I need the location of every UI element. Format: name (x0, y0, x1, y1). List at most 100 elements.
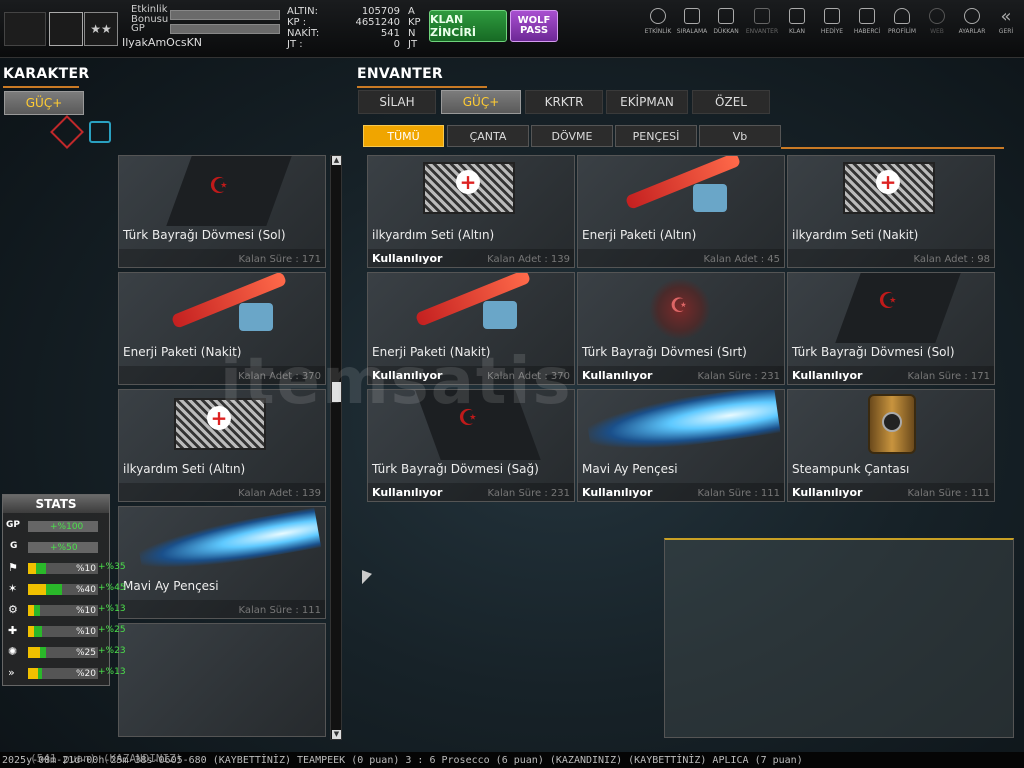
wolf-pass-button[interactable]: WOLF PASS (510, 10, 558, 42)
crescent-star-icon: ☪ (878, 289, 898, 314)
scroll-down-icon[interactable]: ▼ (332, 730, 341, 739)
currency-panel: ALTIN: 105709 A KP : 4651240 KP NAKİT: 541 N J… (287, 6, 422, 50)
item-name: Türk Bayrağı Dövmesi (Sağ) (372, 462, 539, 476)
stat-row-gp: GP +%100 (6, 519, 126, 533)
subtab-canta[interactable]: ÇANTA (447, 125, 529, 147)
tattoo-silhouette (835, 273, 961, 343)
red-cross-icon: + (456, 170, 480, 194)
blue-claw-icon (585, 390, 781, 459)
item-detail-panel (664, 538, 1014, 738)
inventory-item-card[interactable]: + ilkyardım Seti (Nakit) Kalan Adet : 98 (787, 155, 995, 268)
stat-row-g: G +%50 (6, 540, 126, 554)
left-item-card[interactable]: Mavi Ay Pençesi Kalan Süre : 111 (118, 506, 326, 619)
stat-icon: ✶ (8, 582, 18, 595)
jt-unit: JT (408, 39, 418, 50)
top-bar: ★★ Etkinlik Bonusu GP IlyakAmOcsKN ALTIN… (0, 0, 1024, 58)
injector-grip-icon (693, 184, 727, 212)
item-name: Türk Bayrağı Dövmesi (Sol) (792, 345, 955, 359)
scroll-up-icon[interactable]: ▲ (332, 156, 341, 165)
item-status: Kullanılıyor (792, 369, 863, 382)
item-meta: Kalan Adet : 45 (703, 254, 780, 265)
item-status: Kullanılıyor (792, 486, 863, 499)
item-status: Kullanılıyor (582, 486, 653, 499)
nav-klan[interactable]: KLAN (779, 8, 815, 44)
item-meta: Kalan Süre : 111 (238, 605, 321, 616)
nav-profilim[interactable]: PROFİLİM (884, 8, 920, 44)
nav-etkinlik[interactable]: ETKİNLİK (640, 8, 676, 44)
item-meta: Kalan Süre : 171 (907, 371, 990, 382)
tab-ozel[interactable]: ÖZEL (692, 90, 770, 114)
nav-label: HEDİYE (820, 28, 844, 35)
stat-row: ⚑ %10 +%35 (6, 561, 126, 575)
injector-grip-icon (239, 303, 273, 331)
subtab-vb[interactable]: Vb (699, 125, 781, 147)
nav-geri[interactable]: «GERİ (988, 8, 1024, 44)
klan-zinciri-button[interactable]: KLAN ZİNCİRİ (429, 10, 507, 42)
wolf-pass-label: WOLF PASS (517, 15, 551, 36)
inventory-item-card[interactable]: ☪ Türk Bayrağı Dövmesi (Sol) Kullanılıyo… (787, 272, 995, 385)
item-meta: Kalan Adet : 139 (238, 488, 321, 499)
kp-unit: KP (408, 17, 421, 28)
nakit-label: NAKİT: (287, 28, 320, 39)
jt-label: JT : (287, 39, 303, 50)
karakter-tab-guc[interactable]: GÜÇ+ (4, 91, 84, 115)
stat-row: » %20 +%13 (6, 666, 126, 680)
stat-bonus: +%13 (98, 667, 126, 677)
tab-krktr[interactable]: KRKTR (525, 90, 603, 114)
etkinlik-bonus-bar (170, 10, 280, 20)
stat-icon: ✚ (8, 624, 18, 637)
jt-value: 0 (393, 39, 400, 50)
stat-value: %25 (76, 648, 97, 658)
shield-icon (789, 8, 805, 24)
subtab-tumu[interactable]: TÜMÜ (363, 125, 444, 147)
rank-logo (4, 12, 46, 46)
stat-bonus: +%35 (98, 562, 126, 572)
tab-silah[interactable]: SİLAH (358, 90, 436, 114)
inventory-item-card[interactable]: Enerji Paketi (Altın) Kalan Adet : 45 (577, 155, 785, 268)
nav-web[interactable]: WEB (919, 8, 955, 44)
subtab-pencesi[interactable]: PENÇESİ (615, 125, 697, 147)
left-scrollbar[interactable]: ▲ ▼ (330, 155, 342, 740)
nav-envanter[interactable]: ENVANTER (744, 8, 780, 44)
subtab-dovme[interactable]: DÖVME (531, 125, 613, 147)
nav-siralama[interactable]: SIRALAMA (674, 8, 710, 44)
nav-label: KLAN (788, 28, 805, 35)
nav-label: ETKİNLİK (644, 28, 672, 35)
left-item-card-empty[interactable] (118, 623, 326, 737)
item-status: Kullanılıyor (372, 486, 443, 499)
tab-guc[interactable]: GÜÇ+ (441, 90, 521, 114)
inventory-icon (754, 8, 770, 24)
item-meta: Kalan Süre : 111 (907, 488, 990, 499)
stat-row: ✚ %10 +%25 (6, 624, 126, 638)
kp-value: 4651240 (355, 17, 400, 28)
left-item-card[interactable]: ☪ Türk Bayrağı Dövmesi (Sol) Kalan Süre … (118, 155, 326, 268)
stat-row: ⚙ %10 +%13 (6, 603, 126, 617)
nav-ayarlar[interactable]: AYARLAR (954, 8, 990, 44)
stat-row: ✶ %40 +%45 (6, 582, 126, 596)
nav-label: ENVANTER (745, 28, 779, 35)
tab-ekipman[interactable]: EKİPMAN (606, 90, 688, 114)
nav-haberci[interactable]: HABERCİ (849, 8, 885, 44)
inventory-item-card[interactable]: ☪ Türk Bayrağı Dövmesi (Sırt) Kullanılıy… (577, 272, 785, 385)
inventory-item-card[interactable]: + ilkyardım Seti (Altın) Kullanılıyor Ka… (367, 155, 575, 268)
clan-emblem[interactable] (49, 12, 83, 46)
nav-label: DÜKKAN (713, 28, 739, 35)
stat-label: GP (6, 520, 20, 530)
item-meta: Kalan Süre : 231 (697, 371, 780, 382)
nakit-unit: N (408, 28, 416, 39)
item-name: Türk Bayrağı Dövmesi (Sol) (123, 228, 286, 242)
stat-value: %20 (76, 669, 97, 679)
altin-label: ALTIN: (287, 6, 318, 17)
altin-value: 105709 (361, 6, 400, 17)
nav-hediye[interactable]: HEDİYE (814, 8, 850, 44)
inventory-item-card[interactable]: Mavi Ay Pençesi Kullanılıyor Kalan Süre … (577, 389, 785, 502)
nav-label: HABERCİ (853, 28, 881, 35)
subtab-underline (781, 147, 1004, 149)
gear-icon (964, 8, 980, 24)
stat-value: +%100 (50, 522, 84, 532)
item-name: ilkyardım Seti (Nakit) (792, 228, 919, 242)
nav-dukkan[interactable]: DÜKKAN (708, 8, 744, 44)
kp-label: KP : (287, 17, 307, 28)
inventory-item-card[interactable]: Steampunk Çantası Kullanılıyor Kalan Sür… (787, 389, 995, 502)
megaphone-icon (859, 8, 875, 24)
